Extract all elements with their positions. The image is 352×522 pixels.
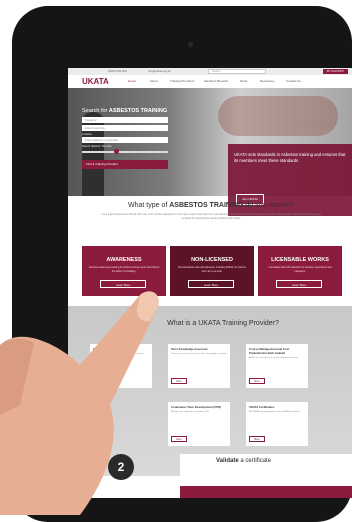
more-button[interactable]: More [93, 378, 109, 384]
validate-title-bold: Validate [216, 458, 239, 464]
info-card-course-management: Course Management and Cost Predetermine … [246, 344, 308, 388]
tablet-screen: 01844 654 000 info@ukata.org.uk Search M… [68, 68, 352, 498]
training-type-heading: What type of ASBESTOS TRAINING do you re… [127, 202, 294, 209]
training-type-paragraph: It is a legal requirement that all who m… [100, 213, 322, 220]
category-select[interactable]: Category [82, 117, 168, 123]
camera-icon [188, 42, 193, 47]
slider-knob[interactable] [114, 149, 119, 154]
info-card-title: Course Management and Cost Predetermine … [249, 347, 290, 355]
ukata-logo[interactable]: UKATA [82, 77, 109, 86]
nav-item-resources[interactable]: Resources [260, 79, 274, 83]
card-awareness[interactable]: AWARENESS Asbestos awareness training fo… [82, 246, 166, 296]
main-nav: UKATA Home About Training Providers Memb… [68, 75, 352, 89]
learn-more-button[interactable]: Learn More [276, 280, 322, 288]
nav-item-contact[interactable]: Contact Us [286, 79, 301, 83]
nav-item-about[interactable]: About [150, 79, 158, 83]
hero-banner: Search for ASBESTOS TRAINING Category En… [68, 88, 352, 216]
info-card-title: UKATA Certificates [249, 405, 275, 409]
location-label: Location [82, 133, 92, 136]
info-card-cpd: Continuous Tutor Development (CPD) All t… [168, 402, 230, 446]
nav-item-training-providers[interactable]: Training Providers [170, 79, 194, 83]
validate-certificate-panel: Validate a certificate [180, 454, 352, 498]
hero-raised-hands-image [218, 96, 338, 136]
info-card-tutor-knowledge: Tutor Knowledge Assessed Tutors are asse… [168, 344, 230, 388]
info-card-title: Course Content [93, 347, 114, 351]
validate-bar [180, 486, 352, 498]
card-text: Licensable work with asbestos for worker… [268, 266, 332, 273]
info-card-text: Tutors are assessed to ensure their know… [171, 353, 227, 355]
more-button[interactable]: More [249, 378, 265, 384]
validate-title-rest: a certificate [240, 458, 272, 464]
info-card-text: All tutors are required to complete CPD. [171, 411, 210, 413]
info-card-course-content: Course Content Members are subject to au… [90, 344, 152, 388]
distance-slider[interactable] [82, 149, 168, 154]
more-button[interactable]: More [171, 378, 187, 384]
training-provider-section: What is a UKATA Training Provider? Cours… [68, 306, 352, 476]
step-number-badge: 2 [108, 454, 134, 480]
training-provider-heading: What is a UKATA Training Provider? [167, 320, 279, 327]
nav-item-members-benefits[interactable]: Members Benefits [204, 79, 228, 83]
card-text: Non-licensable work with asbestos, inclu… [178, 266, 246, 273]
info-card-text: All UKATA training providers issue UKATA… [249, 411, 302, 413]
card-title: AWARENESS [106, 257, 142, 263]
phone-number[interactable]: 01844 654 000 [108, 69, 127, 73]
search-form-title: Search for ASBESTOS TRAINING [82, 108, 168, 114]
info-card-text: Members are subject to audit of their co… [93, 353, 145, 355]
training-type-cards: AWARENESS Asbestos awareness training fo… [82, 246, 342, 296]
more-button[interactable]: More [249, 436, 265, 442]
find-provider-button[interactable]: Find a Training Provider [82, 160, 168, 169]
info-card-title: Continuous Tutor Development (CPD) [171, 405, 222, 409]
nav-item-home[interactable]: Home [128, 79, 136, 83]
top-utility-bar: 01844 654 000 info@ukata.org.uk Search M… [68, 68, 352, 75]
email-link[interactable]: info@ukata.org.uk [148, 69, 171, 73]
distance-label: Search distance: 50 miles [82, 145, 112, 148]
card-text: Asbestos awareness training for workers … [88, 266, 160, 273]
training-search-form: Search for ASBESTOS TRAINING Category En… [82, 108, 168, 194]
info-card-text: Audits are carried out to ensure standar… [249, 357, 299, 359]
nav-item-news[interactable]: News [240, 79, 248, 83]
card-title: NON-LICENSED [191, 257, 233, 263]
card-non-licensed[interactable]: NON-LICENSED Non-licensable work with as… [170, 246, 254, 296]
keywords-input[interactable]: Enter Keywords [82, 125, 168, 131]
learn-more-button[interactable]: Learn More [100, 280, 146, 288]
info-card-title: Tutor Knowledge Assessed [171, 347, 208, 351]
my-account-button[interactable]: MY ACCOUNT [322, 69, 348, 74]
learn-more-button[interactable]: Learn More [188, 280, 234, 288]
validate-title: Validate a certificate [180, 454, 352, 464]
hero-box-text: UKATA sets standards in Asbestos trainin… [234, 152, 346, 163]
card-title: LICENSABLE WORKS [271, 257, 329, 263]
tablet-frame: 01844 654 000 info@ukata.org.uk Search M… [12, 6, 352, 522]
info-card-certificates: UKATA Certificates All UKATA training pr… [246, 402, 308, 446]
address-input[interactable]: Enter address or postcode [82, 137, 168, 143]
more-button[interactable]: More [171, 436, 187, 442]
card-licensable-works[interactable]: LICENSABLE WORKS Licensable work with as… [258, 246, 342, 296]
search-input[interactable]: Search [208, 69, 266, 74]
